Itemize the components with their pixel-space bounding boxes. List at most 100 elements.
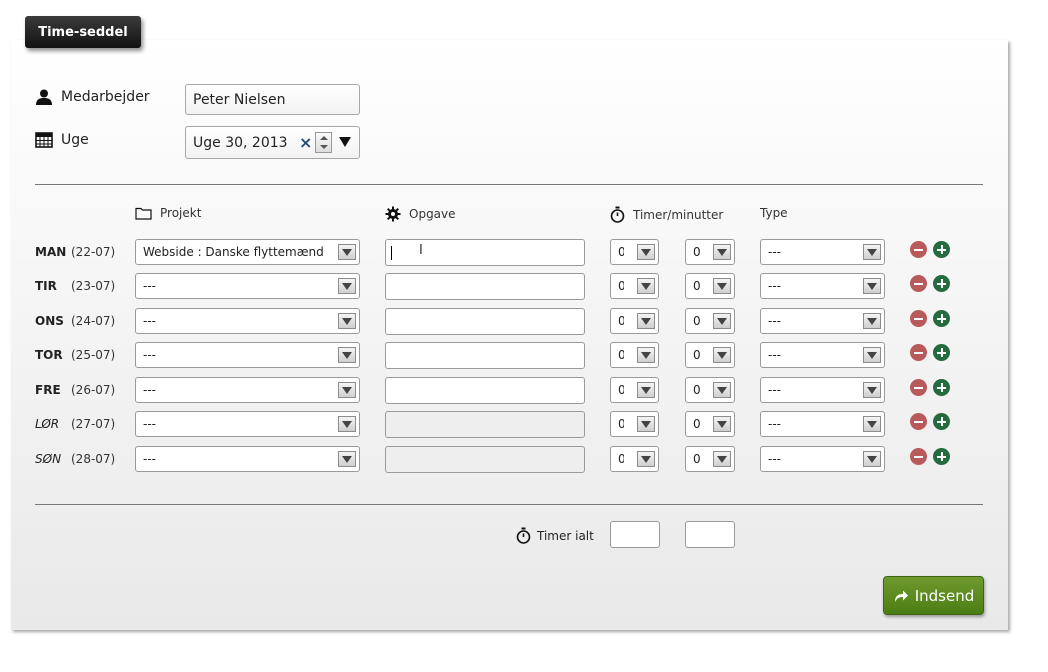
hours-value: 0 (618, 417, 624, 431)
week-spinner[interactable] (315, 132, 332, 153)
minutes-select[interactable]: 00 (685, 308, 735, 334)
hours-select[interactable]: 0 (610, 239, 659, 265)
dropdown-arrow-icon[interactable] (637, 416, 655, 432)
task-input[interactable] (385, 377, 585, 404)
project-select[interactable]: --- (135, 342, 360, 368)
employee-label: Medarbejder (61, 89, 150, 105)
type-select[interactable]: --- (760, 342, 885, 368)
project-select-value: --- (143, 348, 156, 362)
dropdown-arrow-icon[interactable] (338, 278, 356, 294)
minutes-select[interactable]: 00 (685, 342, 735, 368)
dropdown-arrow-icon[interactable] (637, 347, 655, 363)
dropdown-arrow-icon[interactable] (863, 347, 881, 363)
dropdown-arrow-icon[interactable] (339, 137, 351, 147)
dropdown-arrow-icon[interactable] (338, 347, 356, 363)
spinner-down-icon[interactable] (319, 145, 328, 150)
dropdown-arrow-icon[interactable] (713, 278, 731, 294)
dropdown-arrow-icon[interactable] (713, 244, 731, 260)
dropdown-arrow-icon[interactable] (863, 313, 881, 329)
add-row-icon[interactable] (933, 413, 950, 430)
minutes-select[interactable]: 00 (685, 446, 735, 472)
task-input[interactable] (385, 411, 585, 438)
remove-row-icon[interactable] (910, 310, 927, 327)
hours-select[interactable]: 0 (610, 411, 659, 437)
dropdown-arrow-icon[interactable] (713, 382, 731, 398)
task-input[interactable] (385, 342, 585, 369)
project-select[interactable]: --- (135, 411, 360, 437)
minutes-value: 00 (693, 314, 700, 328)
week-picker[interactable]: Uge 30, 2013 × (185, 126, 360, 159)
day-label: FRE (26-07) (35, 377, 115, 403)
type-select[interactable]: --- (760, 239, 885, 265)
remove-row-icon[interactable] (910, 413, 927, 430)
dropdown-arrow-icon[interactable] (338, 382, 356, 398)
add-row-icon[interactable] (933, 448, 950, 465)
hours-select[interactable]: 0 (610, 342, 659, 368)
total-label-row: Timer ialt (516, 527, 594, 544)
dropdown-arrow-icon[interactable] (637, 451, 655, 467)
type-select[interactable]: --- (760, 273, 885, 299)
remove-row-icon[interactable] (910, 448, 927, 465)
add-row-icon[interactable] (933, 241, 950, 258)
dropdown-arrow-icon[interactable] (713, 451, 731, 467)
dropdown-arrow-icon[interactable] (863, 278, 881, 294)
add-row-icon[interactable] (933, 310, 950, 327)
day-name: FRE (35, 383, 61, 397)
project-select[interactable]: --- (135, 377, 360, 403)
add-row-icon[interactable] (933, 275, 950, 292)
dropdown-arrow-icon[interactable] (637, 313, 655, 329)
dropdown-arrow-icon[interactable] (637, 382, 655, 398)
type-select[interactable]: --- (760, 411, 885, 437)
dropdown-arrow-icon[interactable] (863, 416, 881, 432)
dropdown-arrow-icon[interactable] (637, 278, 655, 294)
dropdown-arrow-icon[interactable] (863, 382, 881, 398)
dropdown-arrow-icon[interactable] (338, 313, 356, 329)
type-select[interactable]: --- (760, 308, 885, 334)
remove-row-icon[interactable] (910, 275, 927, 292)
dropdown-arrow-icon[interactable] (338, 451, 356, 467)
minutes-select[interactable]: 00 (685, 239, 735, 265)
dropdown-arrow-icon[interactable] (713, 313, 731, 329)
task-input[interactable] (385, 308, 585, 335)
minutes-select[interactable]: 00 (685, 411, 735, 437)
project-select[interactable]: --- (135, 273, 360, 299)
project-select[interactable]: --- (135, 308, 360, 334)
type-select[interactable]: --- (760, 377, 885, 403)
minutes-select[interactable]: 00 (685, 377, 735, 403)
spinner-up-icon[interactable] (319, 135, 328, 140)
hours-value: 0 (618, 245, 624, 259)
clear-icon[interactable]: × (299, 133, 312, 152)
type-value: --- (768, 452, 781, 466)
project-select[interactable]: --- (135, 446, 360, 472)
dropdown-arrow-icon[interactable] (863, 451, 881, 467)
project-select[interactable]: Webside : Danske flyttemænd I/S (135, 239, 360, 265)
type-select[interactable]: --- (760, 446, 885, 472)
dropdown-arrow-icon[interactable] (863, 244, 881, 260)
add-row-icon[interactable] (933, 379, 950, 396)
employee-value: Peter Nielsen (193, 91, 286, 108)
tab-time-seddel[interactable]: Time-seddel (25, 16, 141, 48)
add-row-icon[interactable] (933, 344, 950, 361)
remove-row-icon[interactable] (910, 379, 927, 396)
minutes-value: 00 (693, 452, 700, 466)
hours-select[interactable]: 0 (610, 377, 659, 403)
dropdown-arrow-icon[interactable] (713, 416, 731, 432)
dropdown-arrow-icon[interactable] (338, 416, 356, 432)
dropdown-arrow-icon[interactable] (338, 244, 356, 260)
hours-select[interactable]: 0 (610, 308, 659, 334)
remove-row-icon[interactable] (910, 241, 927, 258)
task-input[interactable]: I (385, 239, 585, 266)
task-input[interactable] (385, 273, 585, 300)
task-input[interactable] (385, 446, 585, 473)
hours-value: 0 (618, 348, 624, 362)
project-select-value: --- (143, 279, 156, 293)
employee-field[interactable]: Peter Nielsen (185, 84, 360, 115)
dropdown-arrow-icon[interactable] (637, 244, 655, 260)
hours-select[interactable]: 0 (610, 446, 659, 472)
day-date: (27-07) (71, 417, 116, 431)
minutes-select[interactable]: 00 (685, 273, 735, 299)
dropdown-arrow-icon[interactable] (713, 347, 731, 363)
hours-select[interactable]: 0 (610, 273, 659, 299)
submit-button[interactable]: Indsend (883, 576, 984, 615)
remove-row-icon[interactable] (910, 344, 927, 361)
